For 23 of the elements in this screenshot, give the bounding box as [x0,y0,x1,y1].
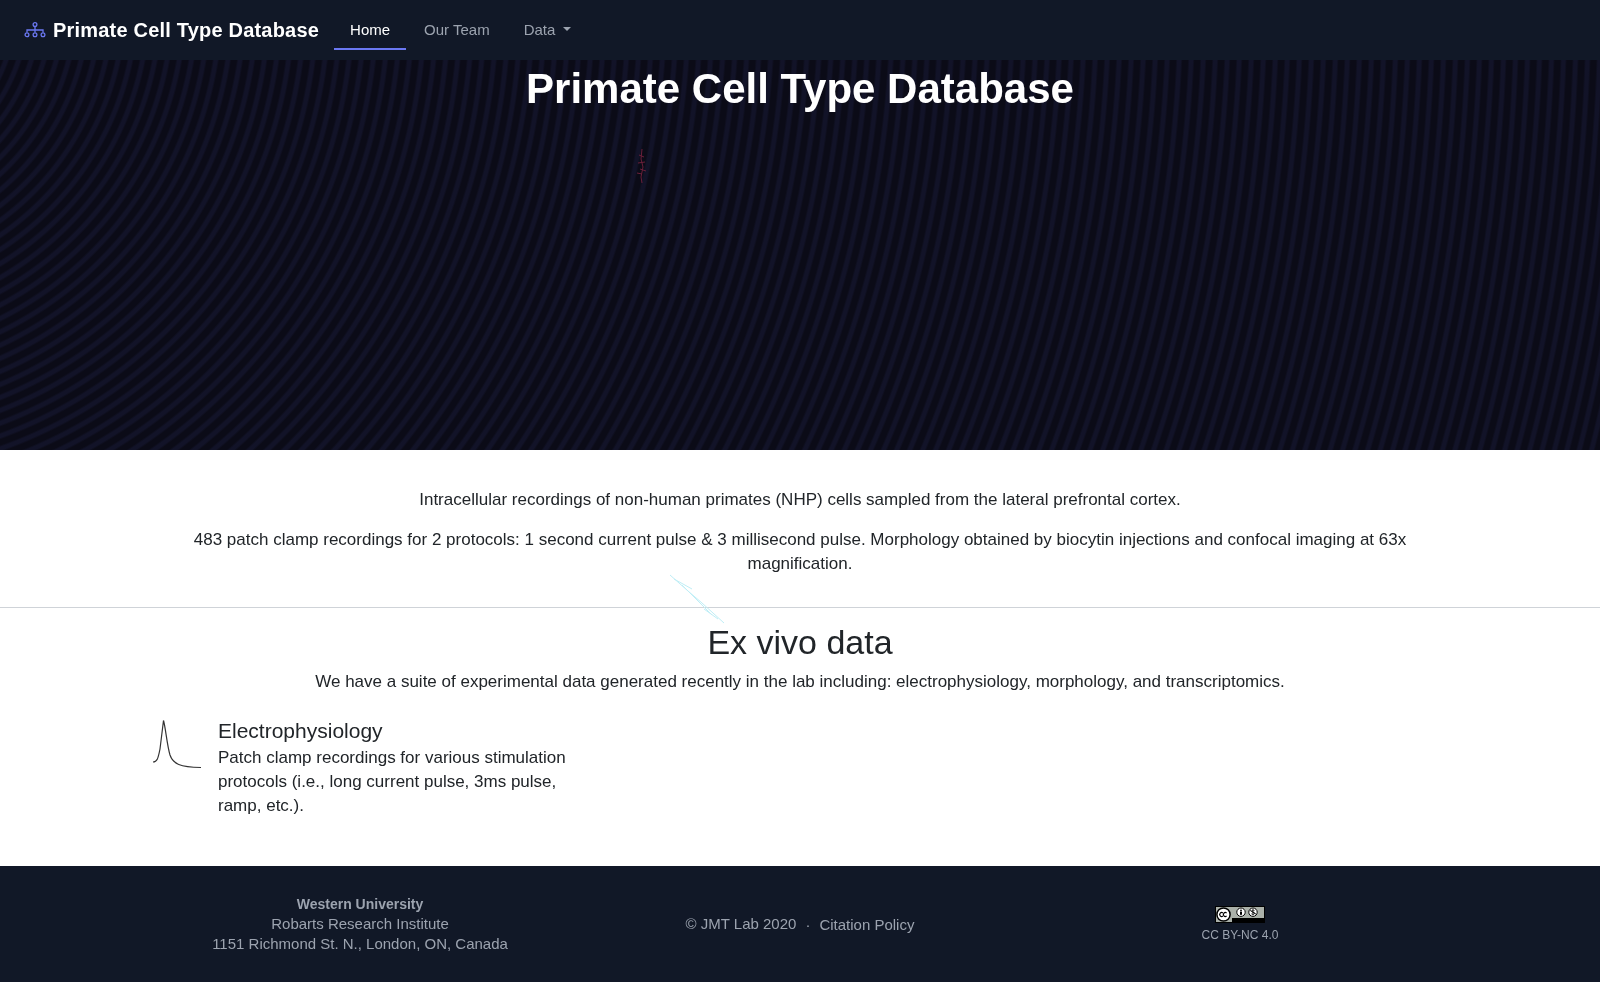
separator-text: · [805,915,811,933]
nav-link[interactable]: Data [507,10,588,50]
section-description: We have a suite of experimental data generated recently in the lab including: electrophysiology, morphology, and transcriptomics. [314,671,1286,693]
spike-trace-icon [153,719,201,769]
intro-paragraph: 483 patch clamp recordings for 2 protocols: 1 second current pulse & 3 millisecond pulse. Morphology obtained by biocytin injections and confocal imaging at 63x magnification. [192,529,1408,575]
license-text: CC BY-NC 4.0 [1201,928,1279,942]
citation-policy-link[interactable]: Citation Policy [819,915,915,933]
institution-name: Western University [296,894,424,914]
brand-link[interactable]: Primate Cell Type Database [53,18,320,42]
nav-link[interactable]: Home [334,10,407,50]
item-description: Patch clamp recordings for various stimulation protocols (i.e., long current pulse, 3ms pulse, ramp, etc.). [218,747,567,817]
caret-icon [563,27,572,31]
hero-title: Primate Cell Type Database [526,64,1074,113]
hierarchy-icon [24,22,46,38]
copyright-text: © JMT Lab 2020 [685,913,797,934]
item-title: Electrophysiology [218,718,384,744]
section-title: Ex vivo data [706,622,894,662]
nav-link[interactable]: Our Team [408,10,506,50]
department-name: Robarts Research Institute [271,913,449,934]
address-text: 1151 Richmond St. N., London, ON, Canada [212,934,508,954]
streak-icon [668,573,726,625]
intro-paragraph: Intracellular recordings of non-human primates (NHP) cells sampled from the lateral prefrontal cortex. [418,489,1182,511]
license-badge-icon [1215,906,1265,923]
